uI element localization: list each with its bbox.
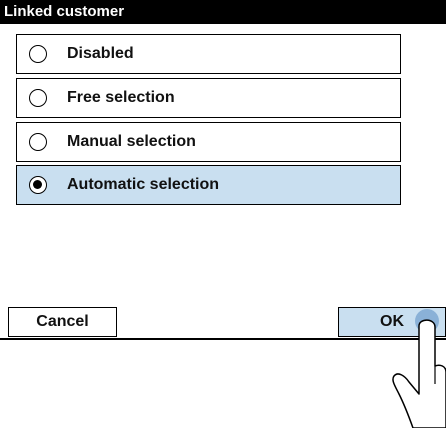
option-automatic-selection[interactable]: Automatic selection xyxy=(16,165,401,205)
option-free-selection[interactable]: Free selection xyxy=(16,78,401,118)
radio-checked-icon[interactable] xyxy=(29,176,47,194)
radio-dot xyxy=(33,180,42,189)
option-manual-selection[interactable]: Manual selection xyxy=(16,122,401,162)
option-label: Free selection xyxy=(67,89,175,106)
option-label: Automatic selection xyxy=(67,176,220,193)
radio-unchecked-icon[interactable] xyxy=(29,133,47,151)
option-label: Manual selection xyxy=(67,133,196,150)
radio-unchecked-icon[interactable] xyxy=(29,89,47,107)
cancel-button[interactable]: Cancel xyxy=(8,307,117,337)
linked-customer-dialog: Linked customer Disabled Free selection … xyxy=(0,0,446,340)
option-label: Disabled xyxy=(67,45,134,62)
radio-unchecked-icon[interactable] xyxy=(29,45,47,63)
option-disabled[interactable]: Disabled xyxy=(16,34,401,74)
dialog-title: Linked customer xyxy=(0,0,446,24)
ok-button[interactable]: OK xyxy=(338,307,446,337)
stage: Linked customer Disabled Free selection … xyxy=(0,0,446,428)
